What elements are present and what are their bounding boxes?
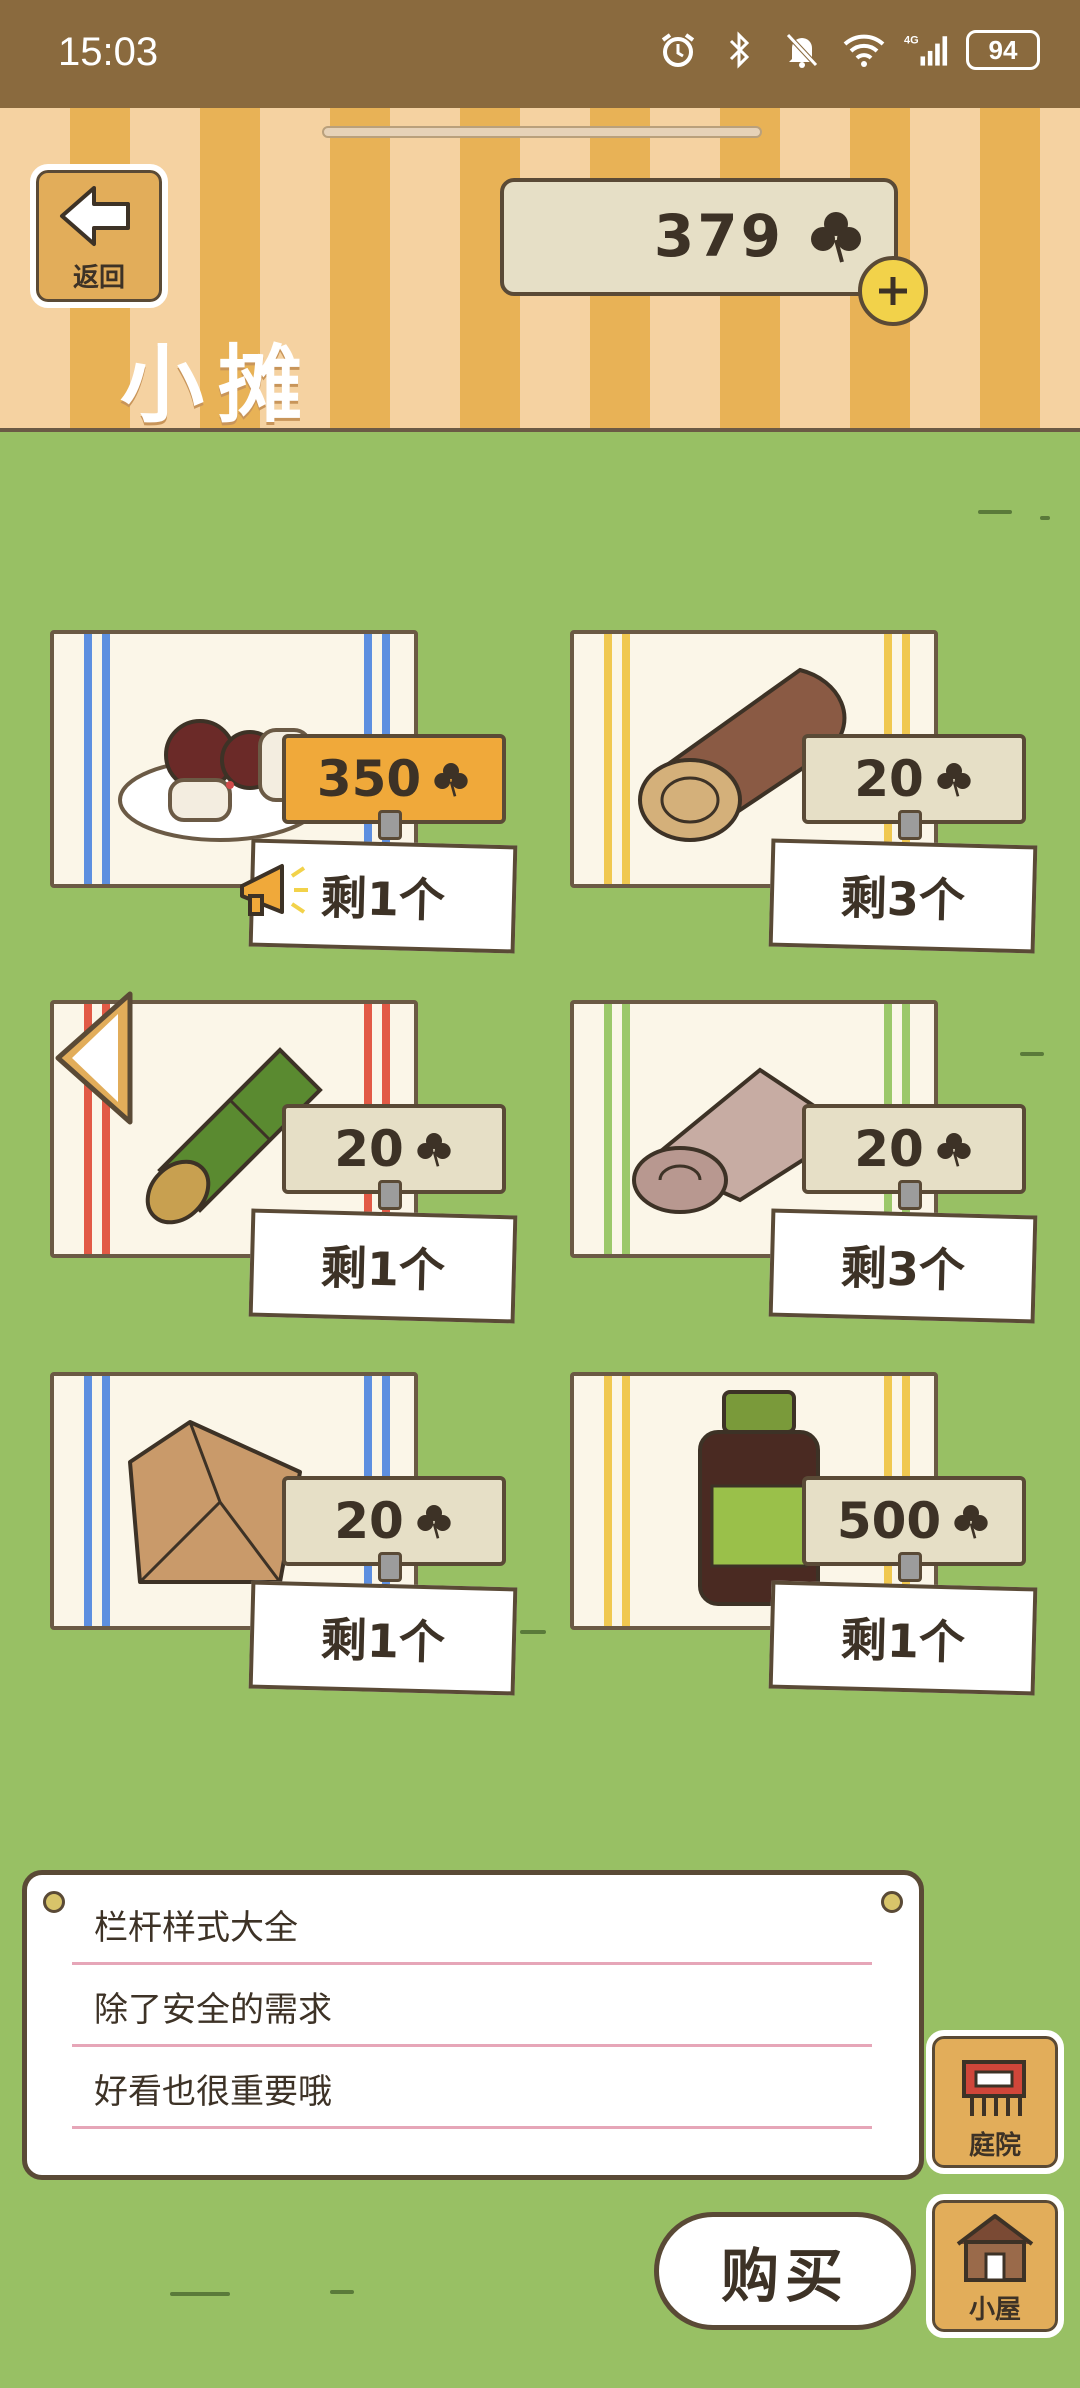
status-icons: 4G 94	[656, 28, 1040, 72]
price-value: 20	[854, 750, 924, 808]
house-label: 小屋	[968, 2295, 1021, 2325]
description-line: 除了安全的需求	[72, 1969, 872, 2047]
mute-bell-icon	[780, 28, 824, 72]
stock-label: 剩1个	[768, 1580, 1038, 1696]
add-clover-button[interactable]	[858, 256, 928, 326]
house-button[interactable]: 小屋	[926, 2194, 1064, 2338]
buy-button[interactable]: 购买	[654, 2212, 916, 2330]
stock-label: 剩1个	[248, 1208, 518, 1324]
clover-icon	[417, 1133, 451, 1167]
back-arrow-icon	[60, 186, 130, 246]
price-value: 20	[334, 1492, 404, 1550]
clover-icon	[811, 212, 861, 263]
board-bolt	[43, 1891, 65, 1913]
clover-icon	[954, 1505, 988, 1539]
price-value: 350	[316, 750, 422, 808]
tag-pin	[898, 1180, 922, 1210]
stock-label: 剩1个	[248, 1580, 518, 1696]
drag-handle[interactable]	[322, 126, 762, 138]
previous-page-button[interactable]	[50, 988, 140, 1128]
price-value: 20	[334, 1120, 404, 1178]
grass-mark	[978, 510, 1012, 514]
alarm-icon	[656, 28, 700, 72]
cloth-stripe	[84, 634, 92, 884]
shop-item-1[interactable]: 350 剩1个	[50, 630, 520, 954]
price-value: 20	[854, 1120, 924, 1178]
plus-icon	[879, 277, 907, 305]
status-time: 15:03	[58, 30, 159, 74]
grass-mark	[520, 1630, 546, 1634]
svg-text:4G: 4G	[904, 35, 919, 47]
back-label: 返回	[72, 263, 125, 293]
clover-icon	[417, 1505, 451, 1539]
clover-icon	[937, 1133, 971, 1167]
shop-item-5[interactable]: 20 剩1个	[50, 1372, 520, 1696]
status-bar: 15:03 4G 94	[0, 0, 1080, 108]
bluetooth-icon	[718, 28, 762, 72]
wifi-icon	[842, 28, 886, 72]
shop-item-2[interactable]: 20 剩3个	[570, 630, 1040, 954]
grass-mark	[1040, 516, 1050, 520]
cloth-stripe	[84, 1376, 92, 1626]
left-arrow-icon	[55, 991, 133, 1125]
battery-indicator: 94	[966, 30, 1040, 70]
tag-pin	[898, 810, 922, 840]
yard-icon	[962, 2060, 1026, 2116]
clover-icon	[937, 763, 971, 797]
shop-item-4[interactable]: 20 剩3个	[570, 1000, 1040, 1324]
yard-label: 庭院	[968, 2131, 1021, 2161]
megaphone-icon[interactable]	[230, 846, 320, 936]
cloth-stripe	[622, 1376, 630, 1626]
board-bolt	[881, 1891, 903, 1913]
grass-mark	[330, 2290, 354, 2294]
house-icon	[956, 2214, 1034, 2282]
grass-mark	[170, 2292, 230, 2296]
page-title: 小摊	[120, 336, 317, 434]
shop-item-6[interactable]: 500 剩1个	[570, 1372, 1040, 1696]
item-description-board: 栏杆样式大全 除了安全的需求 好看也很重要哦	[22, 1870, 924, 2180]
price-value: 500	[836, 1492, 942, 1550]
description-line: 好看也很重要哦	[72, 2051, 872, 2129]
clover-balance: 379	[500, 178, 898, 296]
signal-4g-icon: 4G	[904, 28, 948, 72]
clover-count: 379	[653, 202, 784, 270]
stock-label: 剩3个	[768, 1208, 1038, 1324]
yard-button[interactable]: 庭院	[926, 2030, 1064, 2174]
tag-pin	[898, 1552, 922, 1582]
cloth-stripe	[604, 1376, 612, 1626]
clover-icon	[434, 763, 468, 797]
description-title: 栏杆样式大全	[72, 1887, 872, 1965]
cloth-stripe	[102, 634, 110, 884]
back-button[interactable]: 返回	[30, 164, 168, 308]
tag-pin	[378, 1552, 402, 1582]
shop-header: 返回 379 小摊	[0, 108, 1080, 434]
stock-label: 剩3个	[768, 838, 1038, 954]
tag-pin	[378, 1180, 402, 1210]
tag-pin	[378, 810, 402, 840]
